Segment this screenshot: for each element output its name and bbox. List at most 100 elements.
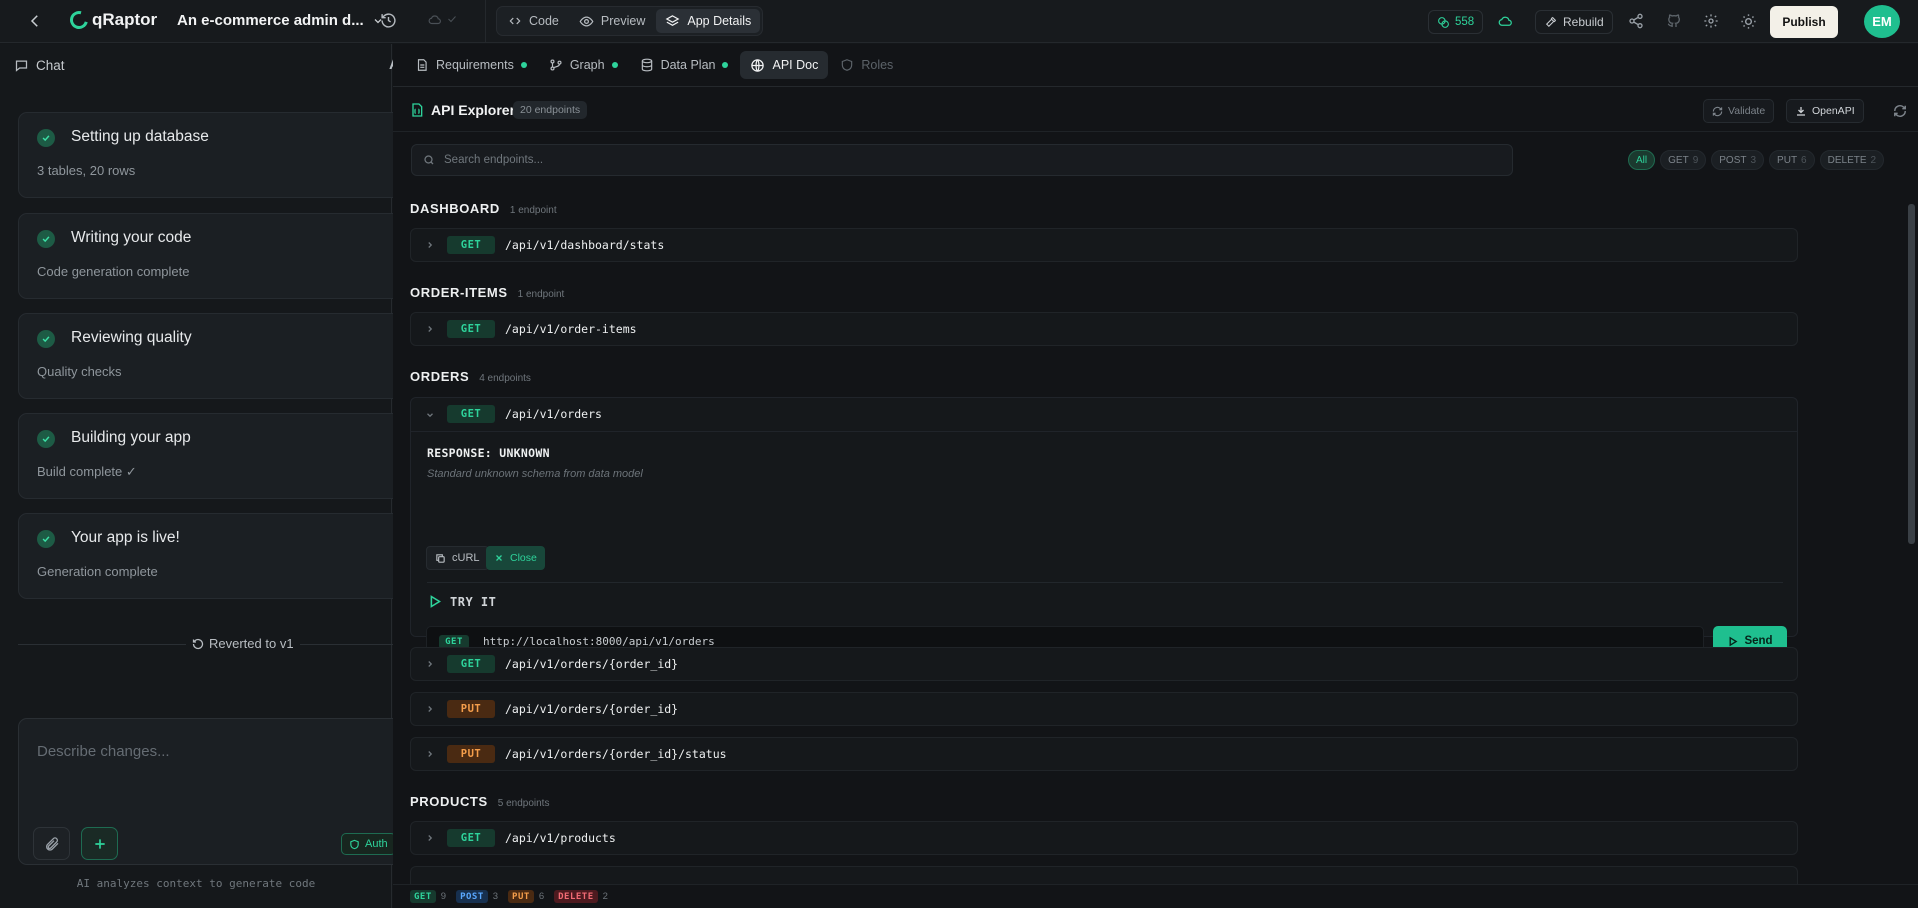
composer-placeholder[interactable]: Describe changes...: [37, 743, 170, 760]
endpoint-row[interactable]: PUT /api/v1/orders/{order_id}/status: [410, 737, 1798, 771]
refresh-icon[interactable]: [1893, 104, 1907, 118]
tab-api-doc[interactable]: API Doc: [740, 51, 829, 79]
method-badge: PUT: [508, 890, 534, 903]
mode-code-button[interactable]: Code: [499, 9, 568, 33]
method-badge: GET: [447, 236, 495, 254]
response-description: Standard unknown schema from data model: [427, 468, 643, 480]
close-button[interactable]: Close: [486, 546, 545, 570]
mode-app-details-button[interactable]: App Details: [656, 9, 761, 33]
filter-delete[interactable]: DELETE 2: [1819, 150, 1885, 170]
settings-gear-icon[interactable]: [1703, 13, 1719, 29]
filter-count: 9: [1692, 154, 1699, 166]
app-details-panel: Requirements Graph Data Plan API Doc Rol…: [393, 44, 1918, 908]
chat-bubble-icon: [14, 58, 29, 73]
brand-logo[interactable]: qRaptor: [66, 7, 157, 33]
tab-graph[interactable]: Graph: [539, 51, 628, 79]
send-label: Send: [1744, 635, 1773, 647]
attach-button[interactable]: [33, 827, 70, 860]
credits-badge[interactable]: 558: [1428, 10, 1484, 34]
tab-requirements[interactable]: Requirements: [405, 51, 537, 79]
copy-curl-button[interactable]: cURL: [426, 546, 489, 570]
close-icon: [494, 553, 504, 563]
database-icon: [640, 58, 654, 72]
braces-file-icon: [409, 102, 425, 118]
filter-count: 6: [1801, 154, 1807, 166]
play-icon: [427, 594, 442, 609]
endpoint-row[interactable]: PUT /api/v1/orders/{order_id}: [410, 692, 1798, 726]
endpoint-row[interactable]: GET /api/v1/order-items: [410, 312, 1798, 346]
reverted-label: Reverted to v1: [209, 636, 294, 651]
shield-icon: [840, 58, 854, 72]
step-subtitle: 3 tables, 20 rows: [37, 163, 136, 178]
tab-label: API Doc: [772, 58, 819, 72]
cloud-synced-icon[interactable]: [1498, 14, 1513, 29]
endpoint-path: /api/v1/orders/{order_id}: [505, 702, 679, 716]
filter-post[interactable]: POST 3: [1711, 150, 1765, 170]
group-count: 1 endpoint: [517, 289, 565, 300]
group-name: DASHBOARD: [410, 201, 500, 216]
add-button[interactable]: [81, 827, 118, 860]
reverted-marker: Reverted to v1: [186, 636, 300, 651]
tab-label: Roles: [861, 58, 894, 72]
composer-footnote: AI analyzes context to generate code: [76, 877, 316, 890]
status-dot: [722, 62, 729, 68]
method-badge: GET: [447, 655, 495, 673]
endpoint-expanded: GET /api/v1/orders RESPONSE: UNKNOWN Sta…: [410, 397, 1798, 656]
check-circle-icon: [37, 530, 55, 548]
tab-data-plan[interactable]: Data Plan: [630, 51, 739, 79]
step-title: Setting up database: [71, 128, 209, 145]
history-icon[interactable]: [380, 12, 397, 29]
openapi-download-button[interactable]: OpenAPI: [1786, 99, 1864, 123]
cloud-icon: [428, 13, 442, 27]
group-count: 5 endpoints: [497, 798, 550, 809]
endpoint-path: /api/v1/orders/{order_id}/status: [505, 747, 727, 761]
publish-button[interactable]: Publish: [1770, 6, 1838, 38]
mode-switcher: Code Preview App Details: [496, 6, 764, 36]
method-count: 9: [440, 891, 447, 902]
mode-label: Preview: [600, 14, 646, 28]
check-circle-icon: [37, 230, 55, 248]
sun-theme-icon[interactable]: [1740, 13, 1757, 30]
filter-label: POST: [1719, 154, 1747, 166]
check-circle-icon: [37, 430, 55, 448]
scrollbar-thumb[interactable]: [1908, 204, 1915, 544]
auth-toggle[interactable]: Auth: [341, 833, 396, 855]
method-badge: GET: [447, 829, 495, 847]
group-header: PRODUCTS 5 endpoints: [410, 794, 549, 809]
filter-get[interactable]: GET 9: [1660, 150, 1707, 170]
group-header: DASHBOARD 1 endpoint: [410, 201, 557, 216]
group-header: ORDERS 4 endpoints: [410, 369, 531, 384]
chevron-right-icon: [425, 659, 435, 669]
endpoint-search[interactable]: [411, 144, 1513, 176]
endpoint-row[interactable]: GET /api/v1/dashboard/stats: [410, 228, 1798, 262]
plus-icon: [92, 836, 108, 852]
chevron-down-icon: [446, 13, 458, 27]
filter-all[interactable]: All: [1628, 150, 1656, 170]
tab-roles[interactable]: Roles: [830, 51, 903, 79]
endpoint-row[interactable]: [410, 866, 1798, 884]
method-badge: PUT: [447, 745, 495, 763]
github-icon[interactable]: [1666, 13, 1682, 29]
chevron-right-icon: [425, 704, 435, 714]
mode-preview-button[interactable]: Preview: [570, 9, 654, 33]
tab-label: Data Plan: [660, 58, 716, 72]
check-circle-icon: [37, 129, 55, 147]
chevron-down-icon: [425, 410, 435, 420]
user-avatar[interactable]: EM: [1864, 5, 1900, 38]
eye-icon: [579, 14, 594, 29]
endpoint-row[interactable]: GET /api/v1/products: [410, 821, 1798, 855]
project-selector[interactable]: An e-commerce admin d...: [177, 12, 384, 29]
back-arrow-icon[interactable]: [26, 12, 44, 30]
divider: [485, 0, 486, 43]
share-icon[interactable]: [1628, 13, 1644, 29]
status-dot: [520, 62, 527, 68]
endpoint-row-header[interactable]: GET /api/v1/orders: [411, 398, 1797, 432]
close-label: Close: [510, 552, 537, 564]
filter-label: GET: [1668, 154, 1689, 166]
endpoint-row[interactable]: GET /api/v1/orders/{order_id}: [410, 647, 1798, 681]
validate-button[interactable]: Validate: [1703, 99, 1775, 123]
filter-put[interactable]: PUT 6: [1769, 150, 1815, 170]
rebuild-button[interactable]: Rebuild: [1535, 10, 1613, 34]
endpoint-path: /api/v1/orders: [505, 407, 602, 421]
search-input[interactable]: [444, 145, 1504, 175]
